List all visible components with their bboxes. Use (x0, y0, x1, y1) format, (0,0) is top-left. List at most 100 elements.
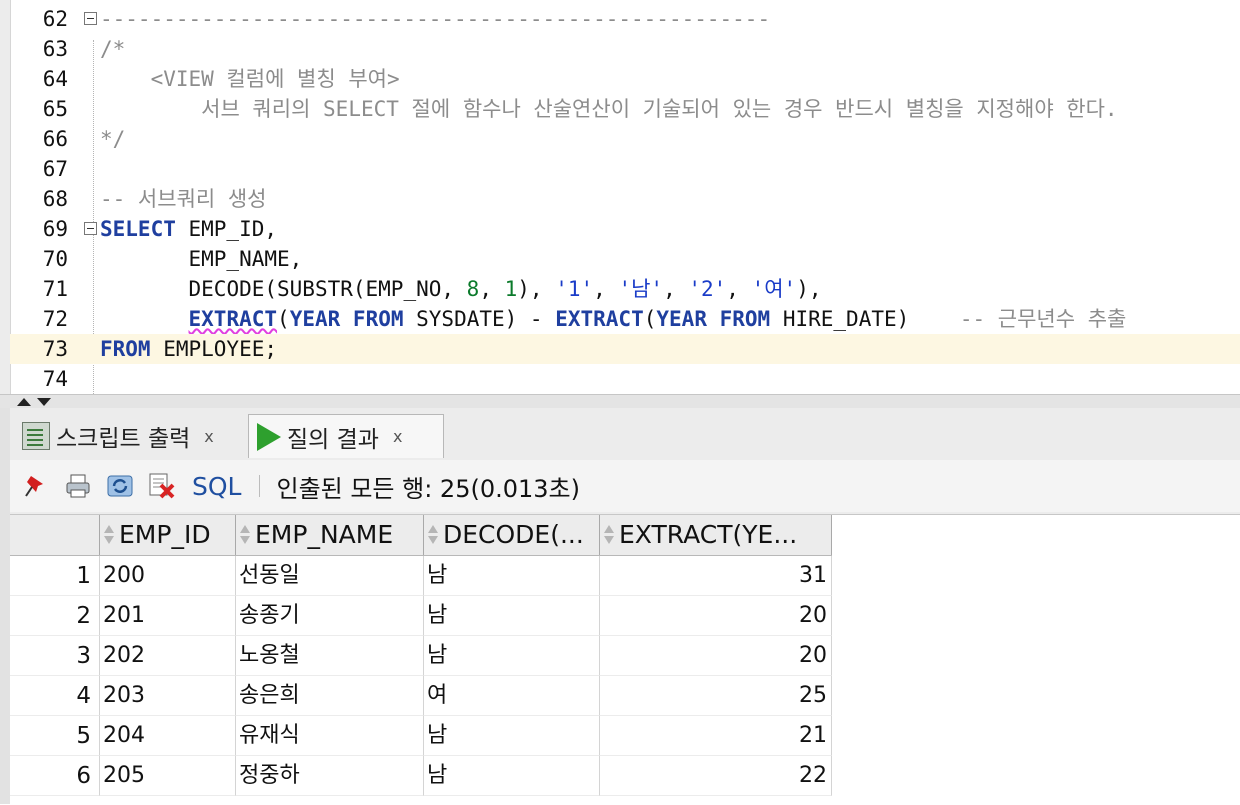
code-text: /* (100, 37, 126, 61)
code-token: , (479, 277, 505, 301)
code-token: HIRE_DATE) (770, 307, 910, 331)
cell-emp-name[interactable]: 유재식 (236, 716, 424, 756)
cell-gender[interactable]: 남 (424, 716, 600, 756)
column-header-extract[interactable]: EXTRACT(YE... (600, 515, 832, 555)
panel-tabs: 스크립트 출력 x 질의 결과 x (10, 408, 1240, 458)
code-line-74[interactable]: 74 (10, 364, 1240, 394)
line-number: 71 (42, 277, 68, 301)
code-text: -- 서브쿼리 생성 (100, 187, 267, 211)
code-token: , (663, 277, 689, 301)
column-header-decode[interactable]: DECODE(... (424, 515, 600, 555)
line-number: 63 (42, 37, 68, 61)
code-line-65[interactable]: 65 서브 쿼리의 SELECT 절에 함수나 산술연산이 기술되어 있는 경우… (10, 94, 1240, 124)
keyword: FROM (719, 307, 771, 331)
fold-collapse-icon[interactable] (84, 222, 97, 235)
code-line-64[interactable]: 64 <VIEW 컬럼에 별칭 부여> (10, 64, 1240, 94)
string-literal: '2' (688, 277, 727, 301)
code-line-62[interactable]: 62 -------------------------------------… (10, 4, 1240, 34)
code-line-68[interactable]: 68 -- 서브쿼리 생성 (10, 184, 1240, 214)
print-icon[interactable] (62, 470, 94, 502)
table-row[interactable]: 6 205 정중하 남 22 (10, 756, 832, 796)
code-line-69[interactable]: 69 SELECT EMP_ID, (10, 214, 1240, 244)
cell-emp-id[interactable]: 203 (100, 676, 236, 716)
line-number: 74 (42, 367, 68, 391)
tab-query-result[interactable]: 질의 결과 x (248, 414, 444, 458)
refresh-icon[interactable] (104, 470, 136, 502)
code-token: SYSDATE) - (403, 307, 556, 331)
close-tab-icon[interactable]: x (204, 427, 213, 446)
cell-years[interactable]: 21 (600, 716, 832, 756)
sort-icon (103, 525, 115, 545)
cell-years[interactable]: 31 (600, 556, 832, 596)
code-line-63[interactable]: 63 /* (10, 34, 1240, 64)
keyword: YEAR (656, 307, 707, 331)
table-row[interactable]: 4 203 송은희 여 25 (10, 676, 832, 716)
cell-emp-id[interactable]: 204 (100, 716, 236, 756)
sql-editor[interactable]: 62 -------------------------------------… (0, 0, 1240, 394)
column-header-emp-id[interactable]: EMP_ID (100, 515, 236, 555)
table-row[interactable]: 1 200 선동일 남 31 (10, 556, 832, 596)
column-header-emp-name[interactable]: EMP_NAME (236, 515, 424, 555)
table-row[interactable]: 2 201 송종기 남 20 (10, 596, 832, 636)
sort-icon (239, 525, 251, 545)
toolbar-divider (259, 475, 261, 497)
cell-years[interactable]: 25 (600, 676, 832, 716)
code-line-70[interactable]: 70 EMP_NAME, (10, 244, 1240, 274)
cell-years[interactable]: 20 (600, 636, 832, 676)
cell-emp-id[interactable]: 205 (100, 756, 236, 796)
tab-label: 스크립트 출력 (56, 426, 191, 452)
line-number: 62 (42, 7, 68, 31)
cell-emp-name[interactable]: 송은희 (236, 676, 424, 716)
cell-gender[interactable]: 여 (424, 676, 600, 716)
keyword: EXTRACT (188, 307, 278, 331)
grid-empty-area (832, 515, 1240, 805)
result-grid[interactable]: EMP_ID EMP_NAME DECODE(... EXTRACT(YE...… (10, 514, 1240, 805)
tab-label: 질의 결과 (287, 426, 379, 453)
close-tab-icon[interactable]: x (393, 427, 402, 446)
cell-years[interactable]: 20 (600, 596, 832, 636)
column-label: EXTRACT(YE... (619, 520, 798, 549)
code-line-67[interactable]: 67 (10, 154, 1240, 184)
code-line-71[interactable]: 71 DECODE(SUBSTR(EMP_NO, 8, 1), '1', '남'… (10, 274, 1240, 304)
cell-emp-id[interactable]: 200 (100, 556, 236, 596)
cell-years[interactable]: 22 (600, 756, 832, 796)
fold-collapse-icon[interactable] (84, 12, 97, 25)
line-number: 72 (42, 307, 68, 331)
keyword: EXTRACT (555, 307, 644, 331)
cell-gender[interactable]: 남 (424, 596, 600, 636)
cell-gender[interactable]: 남 (424, 756, 600, 796)
cell-emp-id[interactable]: 202 (100, 636, 236, 676)
cell-emp-id[interactable]: 201 (100, 596, 236, 636)
cell-gender[interactable]: 남 (424, 636, 600, 676)
cell-emp-name[interactable]: 정중하 (236, 756, 424, 796)
code-line-66[interactable]: 66 */ (10, 124, 1240, 154)
line-number: 73 (42, 337, 68, 361)
code-line-73-current[interactable]: 73 FROM EMPLOYEE; (10, 334, 1240, 364)
grid-header: EMP_ID EMP_NAME DECODE(... EXTRACT(YE... (10, 515, 832, 556)
sort-icon (427, 525, 439, 545)
cell-emp-name[interactable]: 선동일 (236, 556, 424, 596)
code-token: ( (643, 307, 657, 331)
collapse-down-icon[interactable] (37, 398, 51, 406)
delete-rows-icon[interactable] (146, 470, 178, 502)
tab-script-output[interactable]: 스크립트 출력 x (16, 414, 244, 458)
row-number: 6 (10, 756, 100, 796)
cell-emp-name[interactable]: 노옹철 (236, 636, 424, 676)
table-row[interactable]: 3 202 노옹철 남 20 (10, 636, 832, 676)
code-token: DECODE(SUBSTR(EMP_NO, (188, 277, 467, 301)
pin-icon[interactable] (20, 470, 52, 502)
table-row[interactable]: 5 204 유재식 남 21 (10, 716, 832, 756)
code-text: EMP_NAME, (100, 247, 303, 271)
code-token: ( (277, 307, 290, 331)
expand-up-icon[interactable] (17, 398, 31, 406)
script-output-icon (22, 422, 50, 450)
cell-emp-name[interactable]: 송종기 (236, 596, 424, 636)
cell-gender[interactable]: 남 (424, 556, 600, 596)
sql-button[interactable]: SQL (192, 472, 241, 501)
code-token: EMPLOYEE; (150, 337, 278, 361)
line-number: 67 (42, 157, 68, 181)
line-number: 69 (42, 217, 68, 241)
code-line-72[interactable]: 72 EXTRACT(YEAR FROM SYSDATE) - EXTRACT(… (10, 304, 1240, 334)
